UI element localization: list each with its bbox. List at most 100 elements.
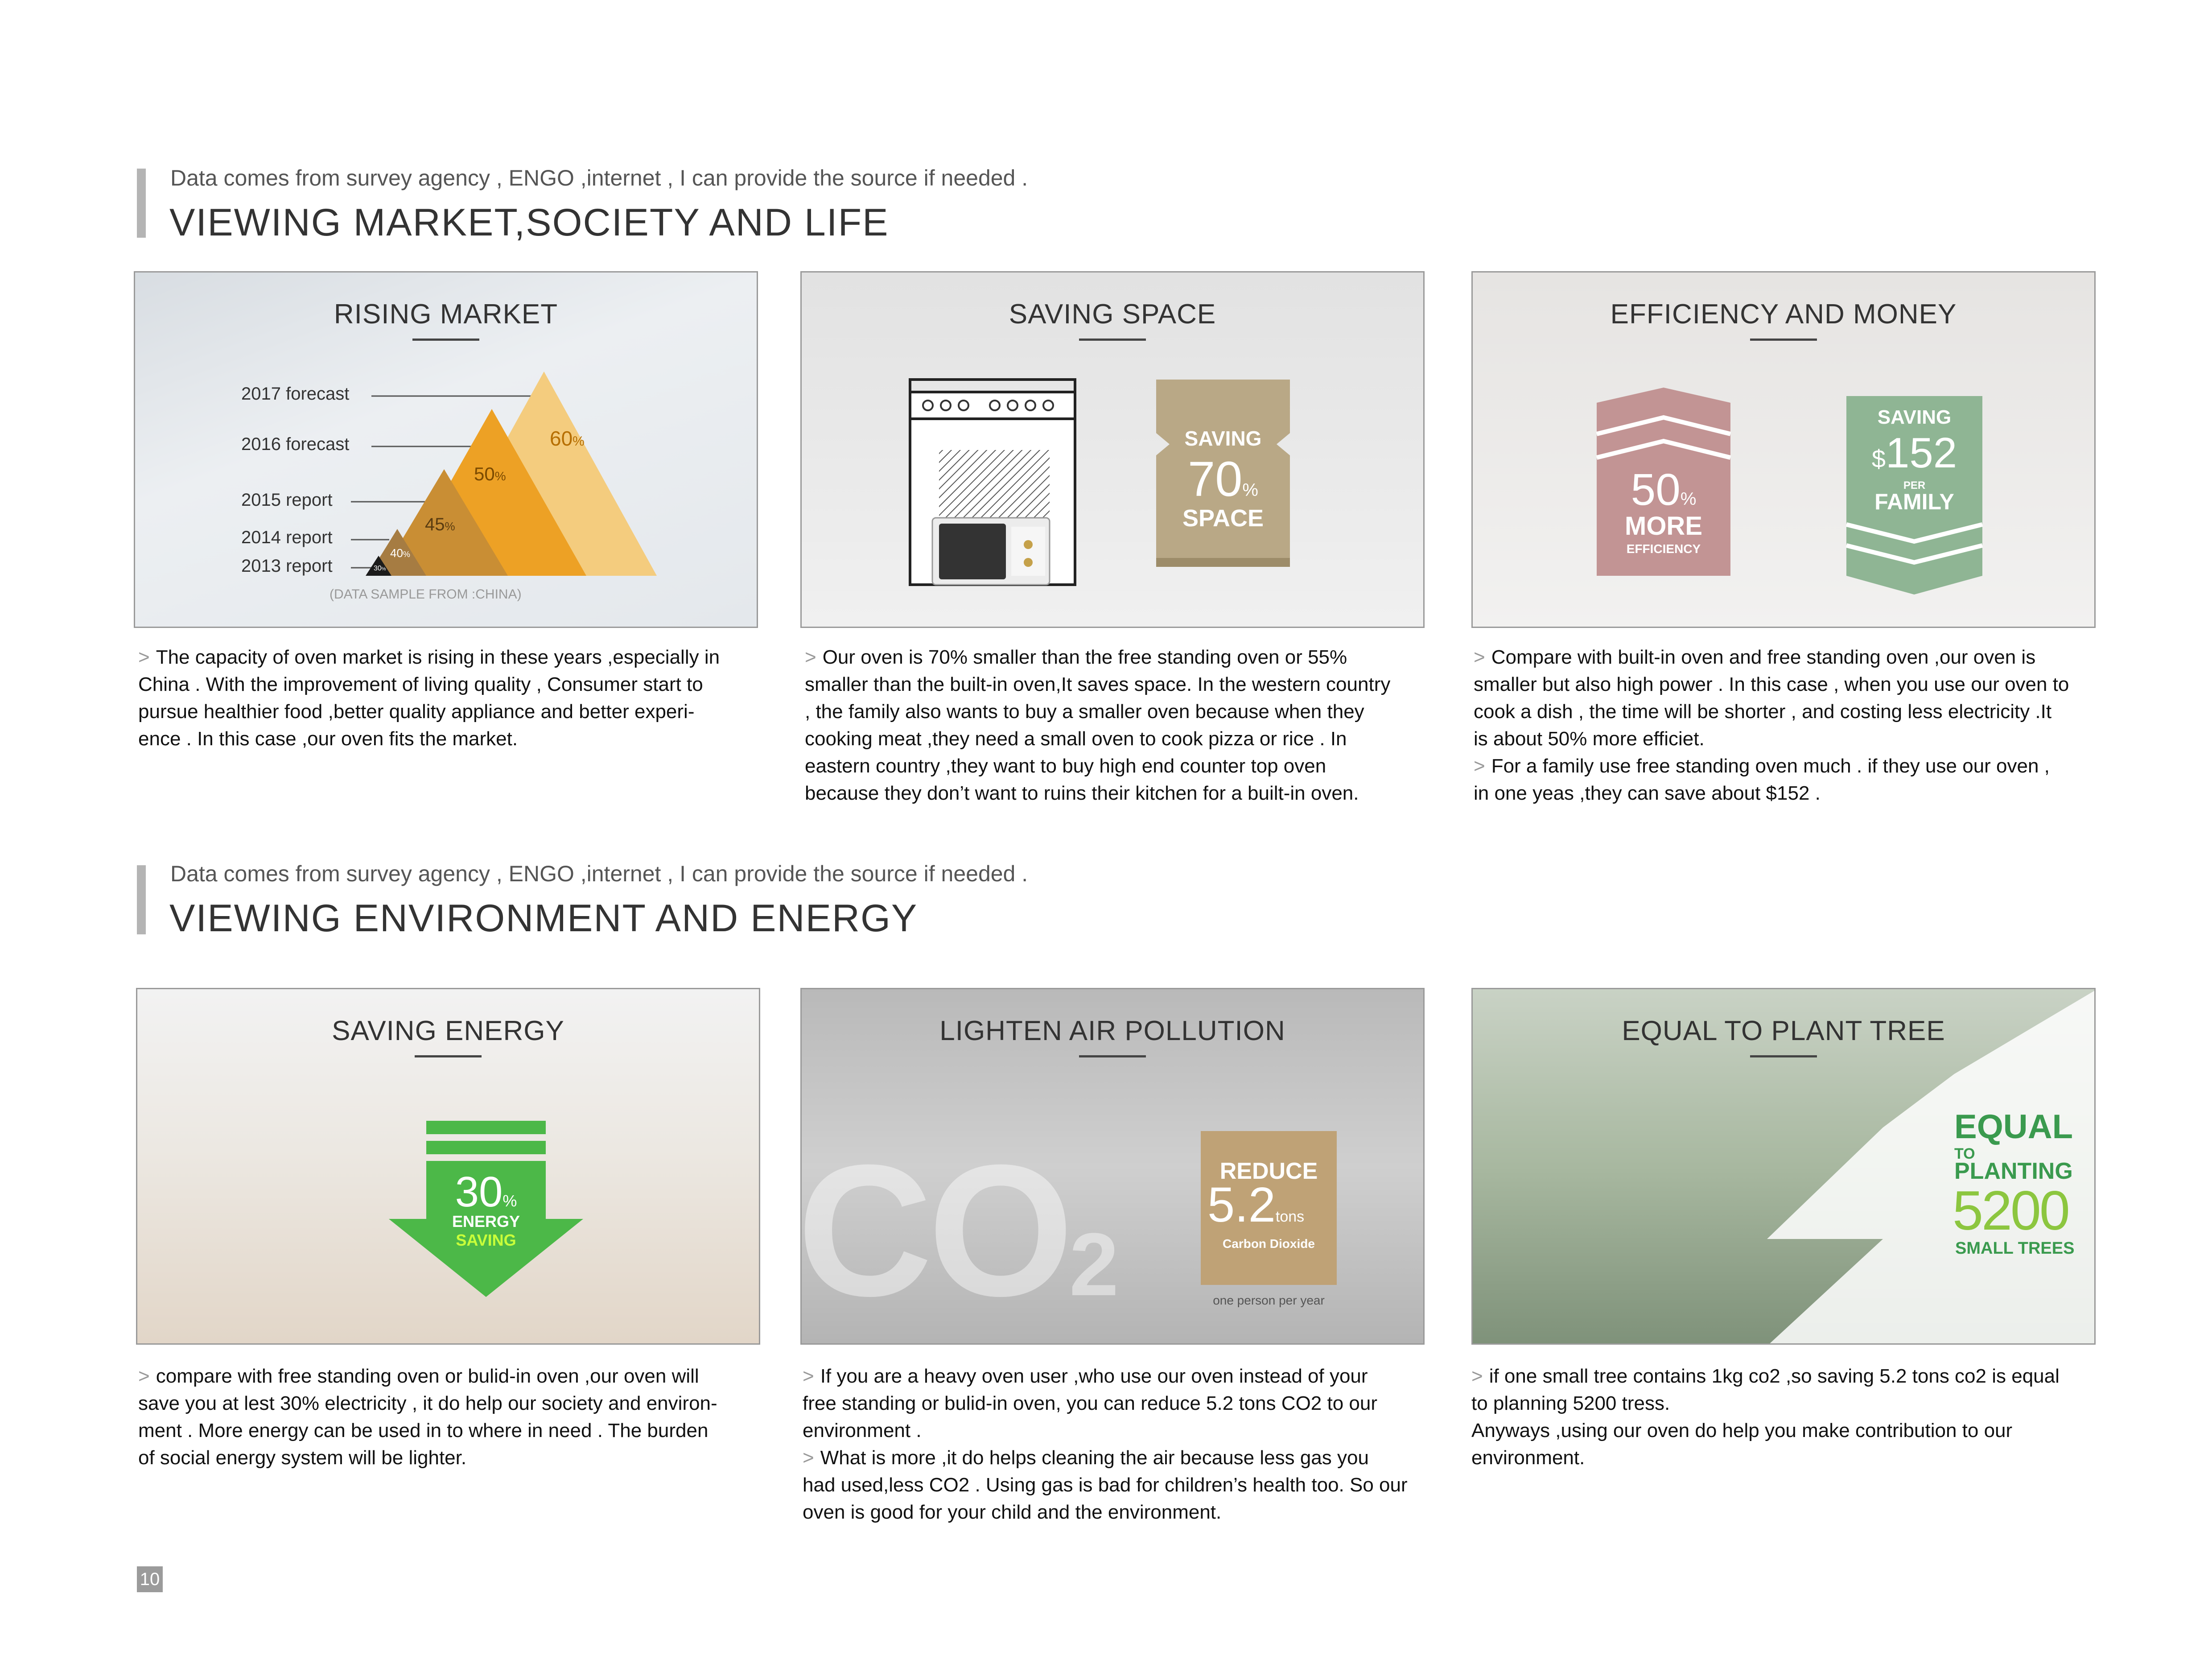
arrow-marker: > bbox=[1474, 755, 1485, 777]
panel-saving-space: SAVING SPACE SAVING 70% SPACE bbox=[800, 271, 1425, 628]
panel-saving-energy: SAVING ENERGY 30% ENERGY SAVING bbox=[136, 988, 760, 1345]
text-line: The capacity of oven market is rising in… bbox=[156, 646, 720, 668]
tree-number: 5200 bbox=[1952, 1180, 2070, 1242]
text-line: environment. bbox=[1471, 1447, 1585, 1469]
text-line: smaller but also high power . In this ca… bbox=[1474, 673, 2069, 695]
text-saving-space: > Our oven is 70% smaller than the free s… bbox=[805, 644, 1438, 807]
text-line: Our oven is 70% smaller than the free st… bbox=[822, 646, 1347, 668]
space-value-unit: % bbox=[1242, 480, 1258, 500]
text-line: cook a dish , the time will be shorter ,… bbox=[1474, 701, 2052, 723]
text-line: is about 50% more efficiet. bbox=[1474, 728, 1705, 750]
tree-small-trees: SMALL TREES bbox=[1955, 1239, 2075, 1258]
text-line: Compare with built-in oven and free stan… bbox=[1491, 646, 2036, 668]
energy-arrow-graphic bbox=[389, 1121, 583, 1297]
space-value-number: 70 bbox=[1188, 452, 1243, 507]
reduce-value: 5.2tons bbox=[1207, 1177, 1337, 1233]
energy-unit: % bbox=[503, 1192, 517, 1210]
arrow-marker: > bbox=[138, 646, 150, 668]
text-line: , the family also wants to buy a smaller… bbox=[805, 701, 1364, 723]
label-2015: 2015 report bbox=[241, 490, 333, 510]
text-line: to planning 5200 tress. bbox=[1471, 1392, 1670, 1414]
efficiency-value: 50% bbox=[1597, 464, 1730, 516]
efficiency-number: 50 bbox=[1631, 465, 1681, 515]
text-line: environment . bbox=[803, 1420, 922, 1441]
text-line: compare with free standing oven or bulid… bbox=[156, 1365, 699, 1387]
tree-equal: EQUAL bbox=[1954, 1108, 2073, 1146]
label-2017: 2017 forecast bbox=[241, 384, 350, 404]
energy-value: 30% bbox=[426, 1168, 546, 1217]
text-line: China . With the improvement of living q… bbox=[138, 673, 703, 695]
reduce-number: 5.2 bbox=[1207, 1177, 1276, 1232]
section-1-bar bbox=[137, 169, 146, 238]
label-2014: 2014 report bbox=[241, 528, 333, 547]
text-line: ment . More energy can be used in to whe… bbox=[138, 1420, 708, 1441]
pct-60: 60% bbox=[550, 427, 585, 450]
text-line: of social energy system will be lighter. bbox=[138, 1447, 467, 1469]
text-line: free standing or bulid-in oven, you can … bbox=[803, 1392, 1377, 1414]
arrow-marker: > bbox=[1471, 1365, 1483, 1387]
text-efficiency-money: > Compare with built-in oven and free sta… bbox=[1474, 644, 2107, 807]
arrow-marker: > bbox=[138, 1365, 150, 1387]
panel-rising-market: RISING MARKET 60% 50% 45% 40% 30% 2017 f… bbox=[134, 271, 758, 628]
space-saving-label: SAVING bbox=[1184, 427, 1262, 450]
money-dollar: $ bbox=[1871, 445, 1886, 473]
text-line: smaller than the built-in oven,It saves … bbox=[805, 673, 1391, 695]
rising-pyramid-chart: 60% 50% 45% 40% 30% bbox=[351, 372, 657, 576]
section-1-title: VIEWING MARKET,SOCIETY AND LIFE bbox=[169, 201, 889, 244]
co2-main: CO bbox=[800, 1126, 1074, 1335]
label-2016: 2016 forecast bbox=[241, 434, 350, 454]
arrow-marker: > bbox=[805, 646, 816, 668]
arrow-marker: > bbox=[1474, 646, 1485, 668]
co2-sub: 2 bbox=[1069, 1215, 1119, 1314]
text-line: pursue healthier food ,better quality ap… bbox=[138, 701, 695, 723]
money-saving: SAVING bbox=[1877, 406, 1952, 428]
oven-illustration bbox=[909, 378, 1290, 586]
panel-title: LIGHTEN AIR POLLUTION bbox=[939, 1016, 1285, 1046]
text-line: cooking meat ,they need a small oven to … bbox=[805, 728, 1347, 750]
carbon-dioxide-label: Carbon Dioxide bbox=[1223, 1237, 1315, 1251]
section-2-title: VIEWING ENVIRONMENT AND ENERGY bbox=[169, 897, 918, 940]
text-line: What is more ,it do helps cleaning the a… bbox=[820, 1447, 1369, 1469]
space-space-label: SPACE bbox=[1182, 505, 1264, 532]
text-line: oven is good for your child and the envi… bbox=[803, 1501, 1222, 1523]
panel-lighten-air-pollution: LIGHTEN AIR POLLUTION CO2 REDUCE 5.2tons… bbox=[800, 988, 1425, 1345]
money-number: 152 bbox=[1885, 429, 1957, 477]
co2-watermark: CO2 bbox=[800, 1123, 1119, 1338]
money-family: FAMILY bbox=[1874, 489, 1954, 514]
energy-number: 30 bbox=[455, 1168, 503, 1216]
text-line: in one yeas ,they can save about $152 . bbox=[1474, 782, 1821, 804]
section-1-subtitle: Data comes from survey agency , ENGO ,in… bbox=[170, 165, 1028, 190]
arrow-marker: > bbox=[803, 1365, 814, 1387]
text-line: ence . In this case ,our oven fits the m… bbox=[138, 728, 518, 750]
panel-title: EQUAL TO PLANT TREE bbox=[1622, 1016, 1945, 1046]
efficiency-more: MORE bbox=[1625, 512, 1702, 541]
panel-equal-to-plant-tree: EQUAL TO PLANT TREE EQUAL TO PLANTING 52… bbox=[1471, 988, 2096, 1345]
arrow-marker: > bbox=[803, 1447, 814, 1469]
text-line: eastern country ,they want to buy high e… bbox=[805, 755, 1326, 777]
text-line: if one small tree contains 1kg co2 ,so s… bbox=[1489, 1365, 2060, 1387]
efficiency-badges bbox=[1596, 388, 1983, 595]
text-line: If you are a heavy oven user ,who use ou… bbox=[820, 1365, 1368, 1387]
text-line: Anyways ,using our oven do help you make… bbox=[1471, 1420, 2013, 1441]
energy-saving-label: SAVING bbox=[456, 1231, 516, 1249]
data-sample-note: (DATA SAMPLE FROM :CHINA) bbox=[330, 587, 522, 602]
section-2-subtitle: Data comes from survey agency , ENGO ,in… bbox=[170, 861, 1028, 886]
page-number: 10 bbox=[137, 1566, 163, 1592]
section-2-bar bbox=[137, 865, 146, 934]
efficiency-label: EFFICIENCY bbox=[1626, 542, 1701, 556]
space-saving-value: 70% bbox=[1156, 451, 1290, 508]
text-line: because they don’t want to ruins their k… bbox=[805, 782, 1359, 804]
text-lighten-air-pollution: > If you are a heavy oven user ,who use o… bbox=[803, 1363, 1436, 1526]
label-2013: 2013 report bbox=[241, 556, 333, 576]
text-line: For a family use free standing oven much… bbox=[1491, 755, 2050, 777]
panel-efficiency-money: EFFICIENCY AND MONEY 50% MORE EFFICIENCY… bbox=[1471, 271, 2096, 628]
reduce-unit: tons bbox=[1275, 1208, 1305, 1225]
per-person-note: one person per year bbox=[1213, 1293, 1325, 1307]
text-line: had used,less CO2 . Using gas is bad for… bbox=[803, 1474, 1408, 1496]
energy-label: ENERGY bbox=[452, 1212, 520, 1231]
efficiency-unit: % bbox=[1680, 489, 1697, 509]
text-equal-to-plant-tree: > if one small tree contains 1kg co2 ,so … bbox=[1471, 1363, 2105, 1471]
text-saving-energy: > compare with free standing oven or buli… bbox=[138, 1363, 771, 1471]
title-underline bbox=[1079, 1055, 1146, 1057]
title-underline bbox=[1750, 1055, 1817, 1057]
